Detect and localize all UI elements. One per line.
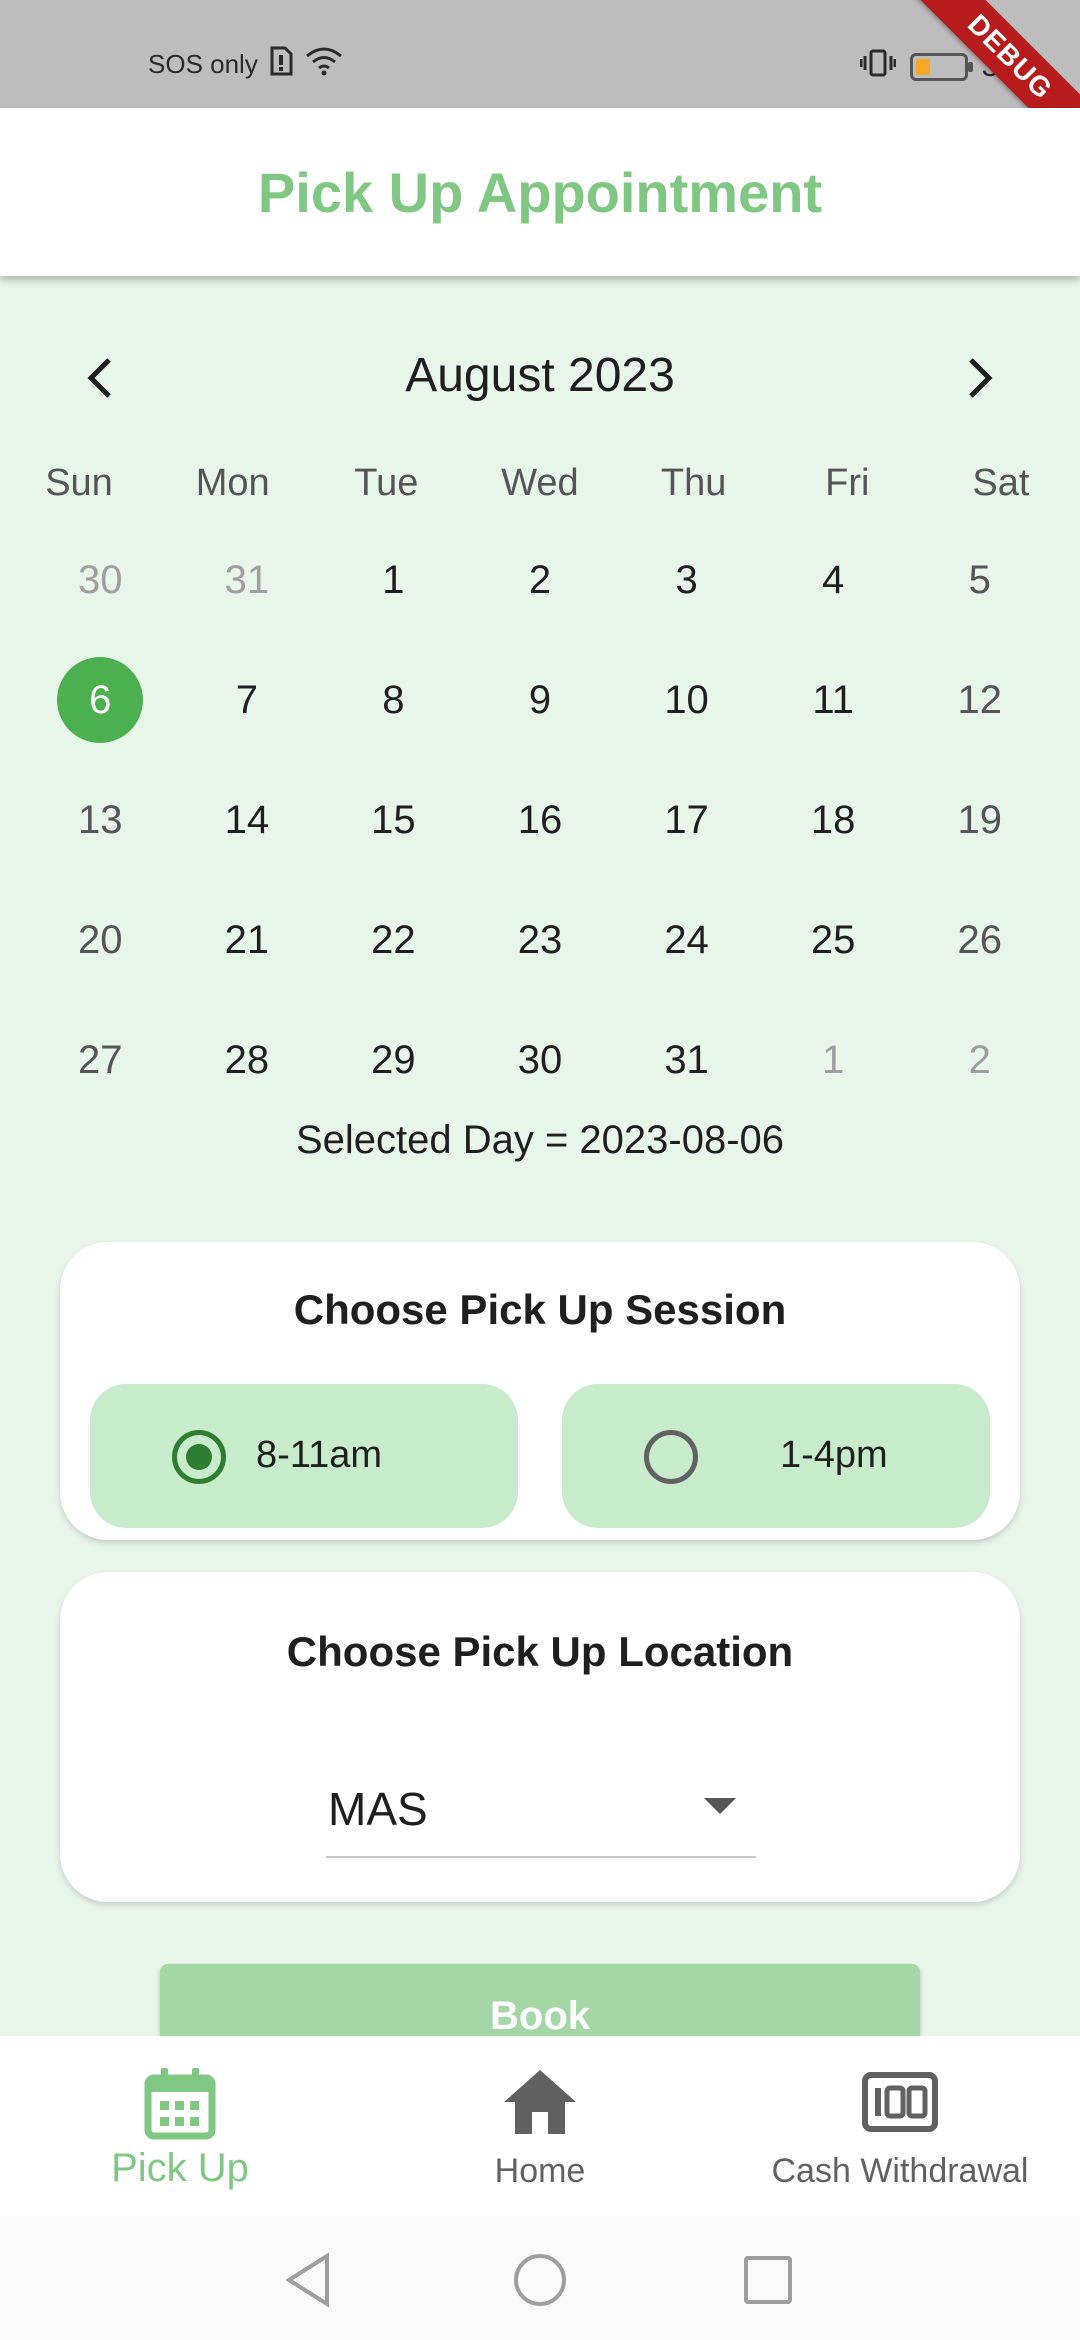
- location-card: Choose Pick Up Location MAS: [60, 1572, 1020, 1902]
- calendar-day[interactable]: 21: [174, 880, 321, 1000]
- calendar-day[interactable]: 30: [467, 1000, 614, 1120]
- radio-selected-icon[interactable]: [172, 1430, 226, 1484]
- session-option-afternoon[interactable]: 1-4pm: [562, 1384, 990, 1528]
- calendar-day[interactable]: 8: [320, 640, 467, 760]
- calendar-day-outside[interactable]: 1: [760, 1000, 907, 1120]
- dropdown-arrow-icon: [704, 1798, 736, 1814]
- calendar-day[interactable]: 4: [760, 520, 907, 640]
- weekday-label: Wed: [501, 462, 579, 504]
- weekday-row: Sun Mon Tue Wed Thu Fri Sat: [0, 462, 1080, 505]
- wifi-icon: [304, 46, 344, 83]
- calendar-day[interactable]: 11: [760, 640, 907, 760]
- calendar-day[interactable]: 9: [467, 640, 614, 760]
- calendar-days-grid: 30 31 1 2 3 4 5 6 7 8 9 10 11 12 13 14 1…: [0, 520, 1080, 1120]
- system-home-button[interactable]: [510, 2250, 570, 2310]
- calendar-day[interactable]: 3: [613, 520, 760, 640]
- page-title: Pick Up Appointment: [257, 160, 823, 224]
- calendar-day[interactable]: 14: [174, 760, 321, 880]
- calendar-day[interactable]: 12: [906, 640, 1053, 760]
- sim-icon: [268, 46, 294, 83]
- weekday-label: Tue: [354, 462, 419, 504]
- calendar-day-outside[interactable]: 2: [906, 1000, 1053, 1120]
- session-card: Choose Pick Up Session 8-11am 1-4pm: [60, 1242, 1020, 1540]
- nav-label: Home: [494, 2152, 586, 2190]
- calendar-day[interactable]: 25: [760, 880, 907, 1000]
- calendar-day[interactable]: 1: [320, 520, 467, 640]
- calendar-day[interactable]: 20: [27, 880, 174, 1000]
- calendar-day-outside[interactable]: 31: [174, 520, 321, 640]
- calendar-day[interactable]: 26: [906, 880, 1053, 1000]
- calendar-day-selected[interactable]: 6: [27, 640, 174, 760]
- calendar-day[interactable]: 27: [27, 1000, 174, 1120]
- cash-icon: [862, 2072, 938, 2132]
- selected-day-text: Selected Day = 2023-08-06: [295, 1118, 785, 1162]
- app-bar: Pick Up Appointment: [0, 108, 1080, 276]
- calendar-header: August 2023: [0, 330, 1080, 420]
- weekday-label: Mon: [195, 462, 270, 504]
- weekday-label: Sun: [45, 462, 113, 504]
- nav-label: Cash Withdrawal: [771, 2152, 1029, 2190]
- calendar-day[interactable]: 13: [27, 760, 174, 880]
- calendar-day[interactable]: 5: [906, 520, 1053, 640]
- calendar-day[interactable]: 28: [174, 1000, 321, 1120]
- chevron-right-icon: [969, 358, 993, 398]
- nav-item-home[interactable]: Home: [360, 2036, 720, 2216]
- location-dropdown-value: MAS: [328, 1783, 428, 1835]
- back-triangle-icon: [285, 2252, 329, 2308]
- location-title: Choose Pick Up Location: [286, 1628, 794, 1675]
- calendar-day[interactable]: 7: [174, 640, 321, 760]
- vibrate-icon: [859, 48, 897, 86]
- calendar-day[interactable]: 24: [613, 880, 760, 1000]
- system-recents-button[interactable]: [738, 2250, 798, 2310]
- nav-label: Pick Up: [111, 2146, 249, 2190]
- weekday-label: Thu: [660, 462, 727, 504]
- session-option-label: 8-11am: [256, 1434, 383, 1476]
- calendar-day[interactable]: 19: [906, 760, 1053, 880]
- calendar-day[interactable]: 29: [320, 1000, 467, 1120]
- calendar-day[interactable]: 10: [613, 640, 760, 760]
- radio-unselected-icon[interactable]: [644, 1430, 698, 1484]
- next-month-button[interactable]: [950, 348, 1010, 408]
- calendar-month-title: August 2023: [405, 349, 675, 402]
- calendar-day[interactable]: 31: [613, 1000, 760, 1120]
- calendar-day[interactable]: 23: [467, 880, 614, 1000]
- bottom-navigation: Pick Up Home Cash Withdrawal: [0, 2036, 1080, 2216]
- session-title: Choose Pick Up Session: [293, 1286, 787, 1333]
- weekday-label: Fri: [825, 462, 870, 504]
- calendar-day-outside[interactable]: 30: [27, 520, 174, 640]
- battery-icon: [909, 53, 973, 81]
- nav-item-pick-up[interactable]: Pick Up: [0, 2036, 360, 2216]
- location-dropdown[interactable]: MAS: [326, 1760, 756, 1858]
- weekday-label: Sat: [972, 462, 1030, 504]
- calendar-day[interactable]: 16: [467, 760, 614, 880]
- system-navigation-bar: [0, 2216, 1080, 2340]
- session-option-label: 1-4pm: [780, 1434, 888, 1476]
- calendar-icon: [144, 2068, 216, 2140]
- calendar-day[interactable]: 18: [760, 760, 907, 880]
- calendar-day[interactable]: 2: [467, 520, 614, 640]
- recents-square-icon: [744, 2256, 792, 2304]
- calendar-day[interactable]: 22: [320, 880, 467, 1000]
- carrier-text: SOS only: [148, 49, 258, 79]
- session-option-morning[interactable]: 8-11am: [90, 1384, 518, 1528]
- home-icon: [504, 2070, 576, 2134]
- system-back-button[interactable]: [278, 2250, 338, 2310]
- status-bar: SOS only 3:42 DEBUG: [0, 0, 1080, 173]
- calendar-day[interactable]: 17: [613, 760, 760, 880]
- calendar-day[interactable]: 15: [320, 760, 467, 880]
- home-circle-icon: [514, 2254, 566, 2306]
- nav-item-cash-withdrawal[interactable]: Cash Withdrawal: [720, 2036, 1080, 2216]
- status-left: SOS only: [148, 46, 344, 83]
